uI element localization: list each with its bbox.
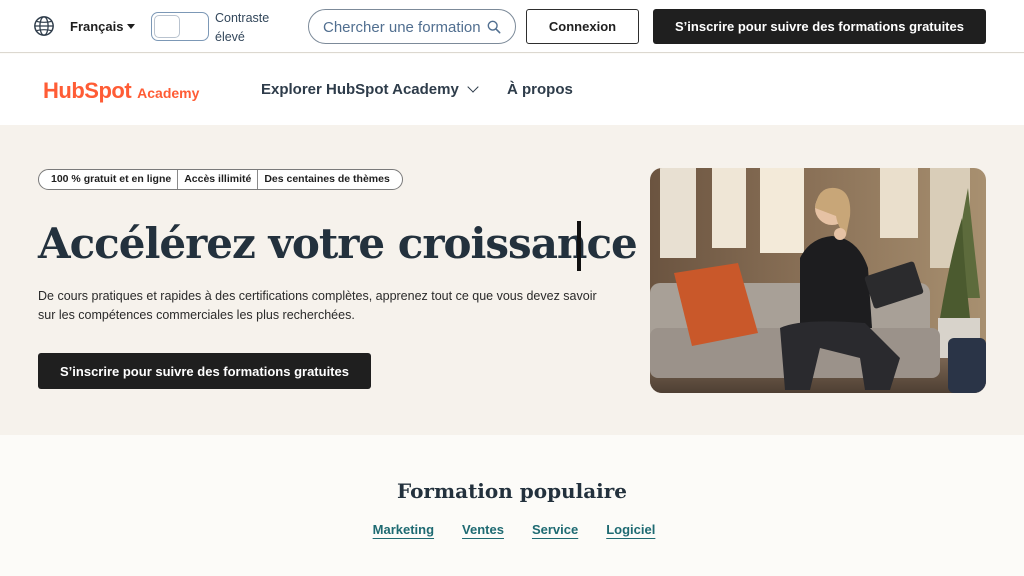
nav-about-link[interactable]: À propos [507,81,573,98]
badge-hundreds-topics: Des centaines de thèmes [257,170,395,189]
main-nav: HubSpot Academy Explorer HubSpot Academy… [0,54,1024,125]
language-selector[interactable]: Français [70,19,136,34]
language-label: Français [70,19,124,34]
nav-explore-menu[interactable]: Explorer HubSpot Academy [261,81,479,98]
hero-description: De cours pratiques et rapides à des cert… [38,289,597,322]
hero-title: Accélérez votre croissance [38,219,638,268]
feature-badges: 100 % gratuit et en ligne Accès illimité… [38,169,403,190]
search-input[interactable] [323,18,481,36]
badge-free-online: 100 % gratuit et en ligne [51,173,172,185]
hero-section: 100 % gratuit et en ligne Accès illimité… [0,125,1024,435]
signup-button-hero[interactable]: S’inscrire pour suivre des formations gr… [38,353,371,389]
popular-tabs: Marketing Ventes Service Logiciel [0,522,1024,537]
nav-explore-label: Explorer HubSpot Academy [261,81,459,98]
tab-logiciel[interactable]: Logiciel [606,522,655,537]
typing-cursor [577,221,581,271]
high-contrast-toggle[interactable] [151,12,209,41]
toggle-knob [154,15,180,38]
hero-photo [650,168,986,393]
tab-ventes[interactable]: Ventes [462,522,504,537]
logo-brand-text: HubSpot [43,78,132,103]
popular-title: Formation populaire [396,479,628,503]
utility-bar: Français Contraste élevé Connexion S’ins… [0,0,1024,53]
search-box[interactable] [308,9,516,44]
badge-unlimited-access: Accès illimité [177,170,257,189]
login-button[interactable]: Connexion [526,9,639,44]
search-icon[interactable] [487,20,501,34]
high-contrast-label: Contraste élevé [215,11,270,44]
tab-service[interactable]: Service [532,522,578,537]
chevron-down-icon [467,81,479,93]
tab-marketing[interactable]: Marketing [373,522,434,537]
globe-icon[interactable] [33,15,55,37]
signup-button-top[interactable]: S’inscrire pour suivre des formations gr… [653,9,986,44]
hubspot-academy-logo[interactable]: HubSpot Academy [43,78,199,104]
caret-down-icon [127,24,136,29]
logo-academy-text: Academy [137,85,200,101]
